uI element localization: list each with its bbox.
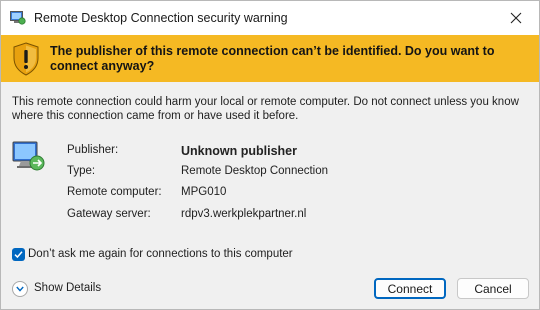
cancel-button[interactable]: Cancel xyxy=(457,278,529,299)
chevron-down-icon xyxy=(16,286,24,292)
dont-ask-again-checkbox[interactable] xyxy=(12,248,25,261)
remote-computer-row: Remote computer: MPG010 xyxy=(67,186,467,202)
title-bar: Remote Desktop Connection security warni… xyxy=(1,1,539,35)
publisher-row: Publisher: Unknown publisher xyxy=(67,144,467,160)
close-icon xyxy=(510,12,522,24)
publisher-label: Publisher: xyxy=(67,144,119,156)
type-label: Type: xyxy=(67,165,96,177)
gateway-server-value: rdpv3.werkplekpartner.nl xyxy=(181,208,307,220)
type-value: Remote Desktop Connection xyxy=(181,165,329,177)
remote-desktop-app-icon xyxy=(10,11,26,25)
close-button[interactable] xyxy=(493,1,539,35)
gateway-server-row: Gateway server: rdpv3.werkplekpartner.nl xyxy=(67,208,467,224)
monitor-connection-icon xyxy=(11,139,47,175)
remote-computer-label: Remote computer: xyxy=(67,186,162,198)
warning-message: The publisher of this remote connection … xyxy=(50,44,495,73)
publisher-value: Unknown publisher xyxy=(181,144,297,158)
remote-computer-value: MPG010 xyxy=(181,186,227,198)
show-details-label[interactable]: Show Details xyxy=(34,282,101,294)
show-details-toggle[interactable]: Show Details xyxy=(12,280,132,298)
dont-ask-again-option[interactable]: Don’t ask me again for connections to th… xyxy=(12,247,412,263)
warning-shield-icon xyxy=(12,42,40,76)
description-text: This remote connection could harm your l… xyxy=(12,96,519,122)
warning-banner: The publisher of this remote connection … xyxy=(1,35,539,82)
gateway-server-label: Gateway server: xyxy=(67,208,151,220)
connect-button[interactable]: Connect xyxy=(374,278,446,299)
security-warning-dialog: Remote Desktop Connection security warni… xyxy=(0,0,540,310)
expand-circle[interactable] xyxy=(12,281,28,297)
dont-ask-again-label[interactable]: Don’t ask me again for connections to th… xyxy=(28,248,293,260)
checkmark-icon xyxy=(14,251,23,259)
window-title: Remote Desktop Connection security warni… xyxy=(34,11,288,25)
type-row: Type: Remote Desktop Connection xyxy=(67,165,467,181)
